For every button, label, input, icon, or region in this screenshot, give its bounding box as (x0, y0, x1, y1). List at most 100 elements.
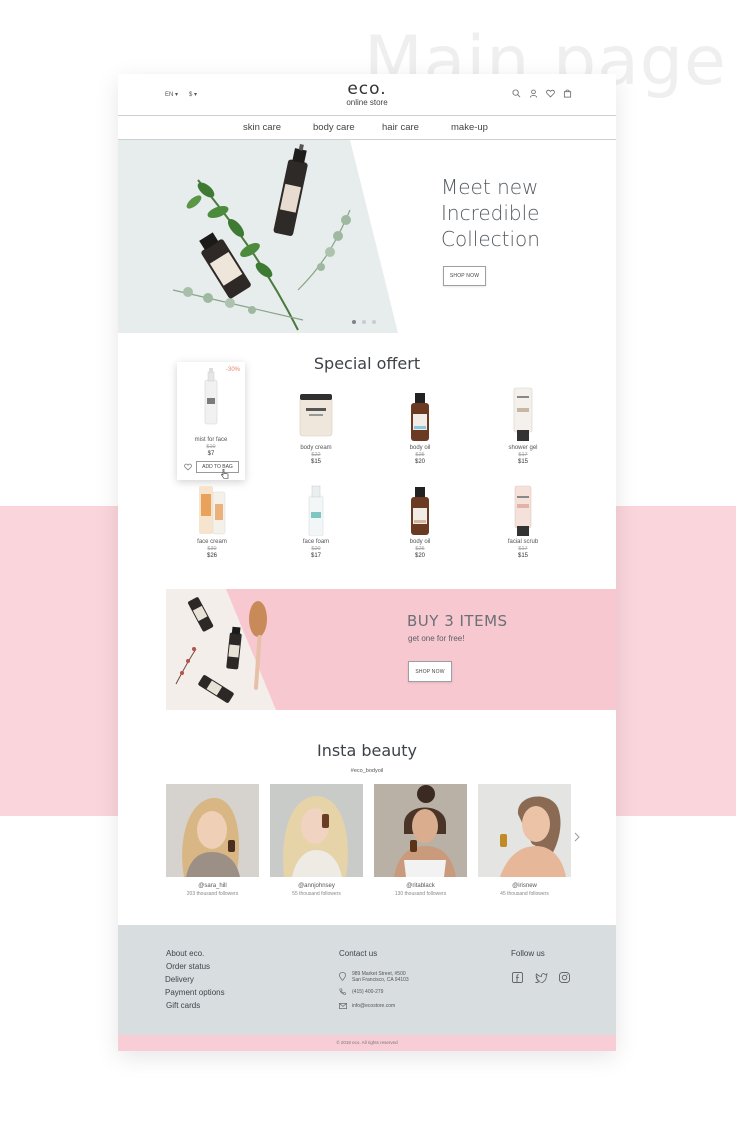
product-image-body-oil (411, 487, 429, 535)
product-name: body cream (300, 445, 332, 451)
phone-icon (339, 988, 346, 995)
product-old-price: $22 (311, 452, 321, 458)
insta-hashtag[interactable]: #eco_bodyoil (118, 768, 616, 774)
product-new-price: $17 (310, 553, 321, 559)
hero-shop-now-button[interactable]: SHOP NOW (443, 266, 486, 286)
nav-hair-care[interactable]: hair care (382, 122, 419, 133)
hero-title-line-2: Incredible (441, 201, 540, 225)
product-old-price: $17 (518, 452, 528, 458)
featured-product-info: mist for face $10 $7 (177, 434, 245, 457)
hero-slider: Meet new Incredible Collection SHOP NOW (118, 140, 616, 333)
promo-title: BUY 3 ITEMS (407, 612, 508, 630)
heart-icon[interactable] (546, 89, 555, 98)
product-image-mist (204, 368, 218, 425)
contact-heading: Contact us (339, 949, 378, 958)
portrait-illustration (270, 784, 363, 877)
page-frame: EN ▾ $ ▾ eco. online store skin care bod… (118, 74, 616, 1051)
insta-photo (478, 784, 571, 877)
insta-post[interactable]: @ritablack 130 thousand followers (374, 784, 467, 897)
insta-post[interactable]: @sara_hill 203 thousand followers (166, 784, 259, 897)
insta-handle: @sara_hill (198, 883, 227, 889)
portrait-illustration (478, 784, 571, 877)
product-card[interactable]: face cream $30 $26 (180, 484, 244, 559)
insta-title: Insta beauty (316, 741, 418, 760)
product-new-price: $7 (207, 451, 215, 457)
insta-handle: @ritablack (406, 883, 435, 889)
product-card[interactable]: body oil $25 $20 (388, 390, 452, 465)
portrait-illustration (166, 784, 259, 877)
bag-icon[interactable] (563, 89, 572, 98)
nav-skin-care[interactable]: skin care (243, 122, 281, 133)
footer-link-delivery[interactable]: Delivery (165, 975, 194, 984)
insta-photo (374, 784, 467, 877)
product-card[interactable]: body oil $25 $20 (388, 484, 452, 559)
user-icon[interactable] (529, 89, 538, 98)
product-card[interactable]: face foam $20 $17 (284, 484, 348, 559)
product-old-price: $10 (206, 444, 216, 450)
product-new-price: $20 (414, 553, 425, 559)
promo-banner: BUY 3 ITEMS get one for free! SHOP NOW (166, 589, 616, 710)
product-new-price: $26 (206, 553, 217, 559)
insta-handle: @irisnew (512, 883, 537, 889)
facebook-icon[interactable] (512, 972, 523, 983)
product-old-price: $20 (311, 546, 321, 552)
product-image-shower-gel (513, 387, 533, 441)
contact-email[interactable]: info@ecostore.com (352, 1003, 395, 1009)
insta-post[interactable]: @annjohnsey 55 thousand followers (270, 784, 363, 897)
insta-followers: 55 thousand followers (292, 891, 341, 897)
insta-followers: 203 thousand followers (186, 891, 239, 897)
search-icon[interactable] (512, 89, 521, 98)
slider-dot-1[interactable] (352, 320, 356, 324)
insta-post[interactable]: @irisnew 45 thousand followers (478, 784, 571, 897)
portrait-illustration (374, 784, 467, 877)
insta-followers: 45 thousand followers (500, 891, 549, 897)
insta-photo (166, 784, 259, 877)
insta-handle: @annjohnsey (298, 883, 335, 889)
product-card[interactable]: body cream $22 $15 (284, 390, 348, 465)
footer-link-payment[interactable]: Payment options (165, 988, 225, 997)
product-card[interactable]: shower gel $17 $15 (491, 386, 555, 465)
footer-link-about[interactable]: About eco. (166, 949, 204, 958)
promo-shop-now-button[interactable]: SHOP NOW (408, 661, 452, 682)
product-name: face cream (197, 539, 227, 545)
product-name: body oil (409, 445, 431, 451)
product-name: facial scrub (507, 539, 539, 545)
follow-heading: Follow us (511, 949, 545, 958)
product-name: mist for face (194, 437, 228, 443)
insta-followers: 130 thousand followers (394, 891, 447, 897)
slider-dots (352, 320, 376, 324)
header-icons (512, 89, 572, 98)
twitter-icon[interactable] (535, 972, 548, 983)
product-new-price: $15 (517, 459, 528, 465)
slider-dot-2[interactable] (362, 320, 366, 324)
footer-link-gift-cards[interactable]: Gift cards (166, 1001, 200, 1010)
product-old-price: $30 (207, 546, 217, 552)
header: EN ▾ $ ▾ eco. online store (118, 74, 616, 116)
slider-dot-3[interactable] (372, 320, 376, 324)
location-pin-icon (339, 972, 346, 981)
copyright-bar: © 2018 eco. All rights reserved (118, 1035, 616, 1051)
discount-badge: -30% (225, 367, 240, 373)
nav-make-up[interactable]: make-up (451, 122, 488, 133)
product-card[interactable]: facial scrub $17 $15 (491, 484, 555, 559)
promo-products-illustration (175, 597, 267, 703)
wishlist-heart-icon[interactable] (184, 463, 192, 471)
contact-phone[interactable]: (415) 400-279 (352, 989, 383, 995)
add-to-bag-button[interactable]: ADD TO BAG (196, 461, 239, 473)
main-nav: skin care body care hair care make-up (118, 115, 616, 140)
mail-icon (339, 1003, 347, 1009)
product-name: shower gel (508, 445, 538, 451)
instagram-icon[interactable] (559, 972, 570, 983)
product-new-price: $20 (414, 459, 425, 465)
chevron-right-icon[interactable] (573, 832, 581, 842)
hero-title: Meet new Incredible Collection (441, 174, 540, 252)
featured-product-card[interactable]: -30% mist for face $10 $7 ADD TO BAG (177, 362, 245, 480)
product-old-price: $17 (518, 546, 528, 552)
product-old-price: $25 (415, 546, 425, 552)
footer-link-order-status[interactable]: Order status (166, 962, 210, 971)
contact-address: 989 Market Street, #500 San Francisco, C… (352, 971, 409, 983)
promo-subtitle: get one for free! (408, 634, 465, 643)
product-new-price: $15 (310, 459, 321, 465)
hero-products-illustration (172, 144, 351, 331)
nav-body-care[interactable]: body care (313, 122, 355, 133)
